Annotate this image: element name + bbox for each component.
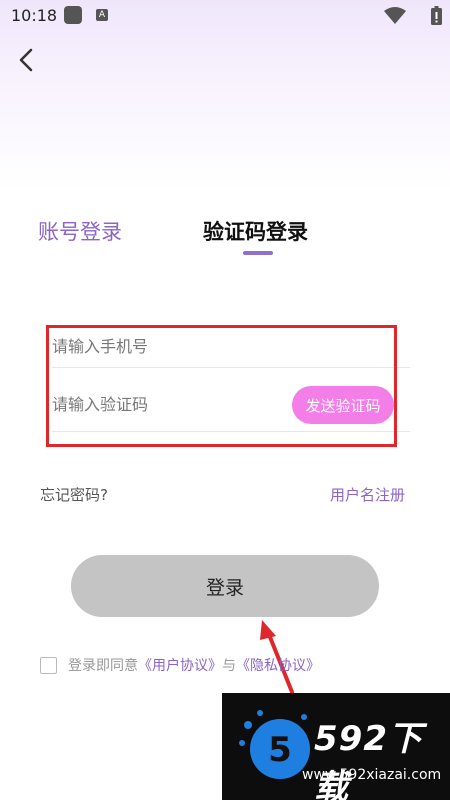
battery-icon xyxy=(431,6,442,25)
status-bar: 10:18 A xyxy=(0,0,450,32)
tab-account-login[interactable]: 账号登录 xyxy=(38,216,122,246)
back-icon[interactable] xyxy=(14,46,40,74)
login-button[interactable]: 登录 xyxy=(71,555,379,617)
watermark-title: 592下载 xyxy=(314,719,423,800)
a-icon: A xyxy=(96,9,108,21)
agreement-checkbox[interactable] xyxy=(40,657,57,674)
phone-field-row xyxy=(52,322,410,368)
username-register-link[interactable]: 用户名注册 xyxy=(330,484,405,505)
wifi-icon xyxy=(384,7,406,24)
status-time: 10:18 xyxy=(11,6,58,25)
agreement-prefix: 登录即同意 xyxy=(68,658,138,674)
user-agreement-link[interactable]: 《用户协议》 xyxy=(138,658,222,674)
tab-code-login[interactable]: 验证码登录 xyxy=(203,216,308,246)
phone-input[interactable] xyxy=(52,326,272,366)
agreement-text: 登录即同意《用户协议》与《隐私协议》 xyxy=(68,655,320,675)
send-code-button[interactable]: 发送验证码 xyxy=(292,386,394,424)
forgot-password-link[interactable]: 忘记密码? xyxy=(40,484,108,505)
watermark-url: www.592xiazai.com xyxy=(302,767,442,783)
svg-text:5: 5 xyxy=(268,730,292,770)
agreement-connector: 与 xyxy=(222,658,236,674)
app-icon xyxy=(64,6,82,24)
code-field-row: 发送验证码 xyxy=(52,368,410,432)
active-tab-indicator xyxy=(243,251,273,255)
watermark: 5 592下载 www.592xiazai.com xyxy=(222,693,450,800)
verification-code-input[interactable] xyxy=(52,384,272,424)
privacy-agreement-link[interactable]: 《隐私协议》 xyxy=(236,658,320,674)
